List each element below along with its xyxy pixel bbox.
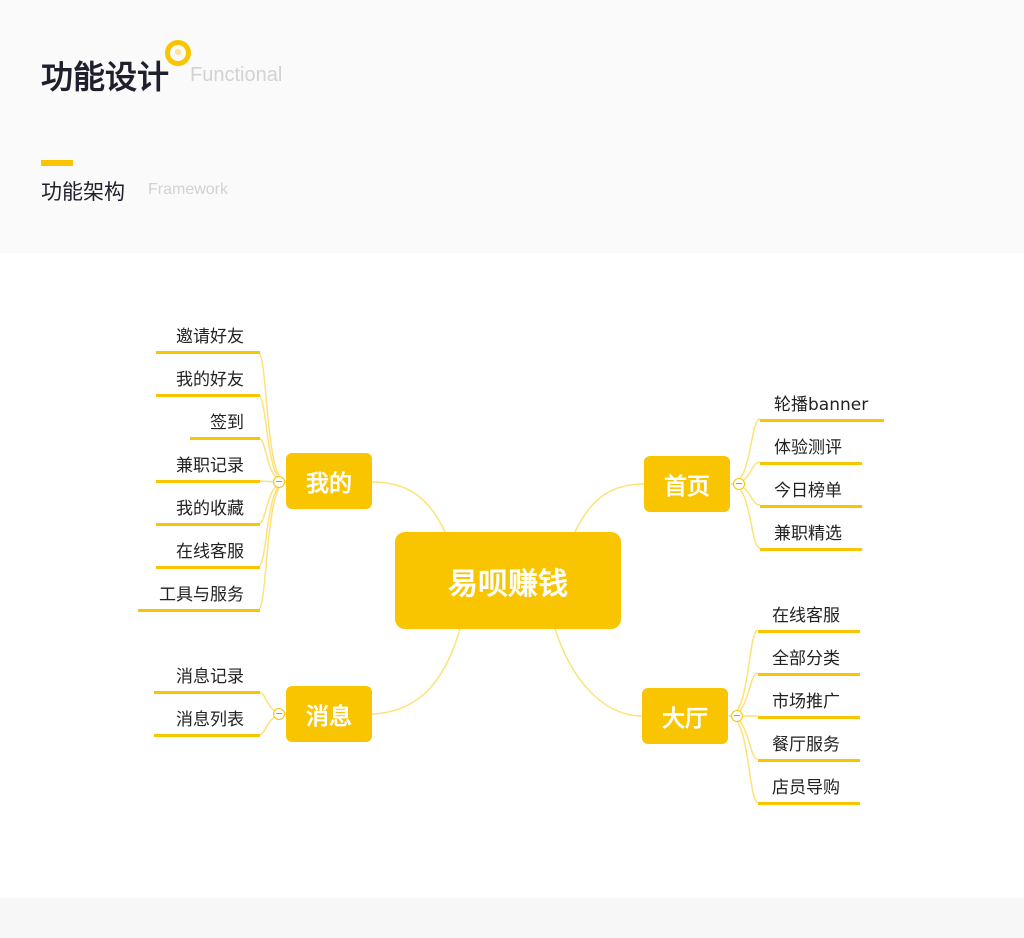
leaf-hall-shop-guide[interactable]: 店员导购 <box>758 769 860 805</box>
leaf-mine-online-service[interactable]: 在线客服 <box>156 533 260 569</box>
branch-node-home[interactable]: 首页 <box>644 456 730 512</box>
leaf-mine-check-in[interactable]: 签到 <box>190 404 260 440</box>
leaf-mine-job-records[interactable]: 兼职记录 <box>156 447 260 483</box>
leaf-hall-all-categories[interactable]: 全部分类 <box>758 640 860 676</box>
collapse-toggle-hall-icon[interactable] <box>731 710 743 722</box>
collapse-toggle-messages-icon[interactable] <box>273 708 285 720</box>
leaf-home-banner[interactable]: 轮播banner <box>760 386 884 422</box>
mindmap-connectors <box>257 351 761 803</box>
leaf-hall-restaurant-service[interactable]: 餐厅服务 <box>758 726 860 762</box>
leaf-mine-favorites[interactable]: 我的收藏 <box>156 490 260 526</box>
branch-node-mine[interactable]: 我的 <box>286 453 372 509</box>
connector-center-hall <box>554 628 643 717</box>
collapse-toggle-mine-icon[interactable] <box>273 476 285 488</box>
leaf-mine-tools-services[interactable]: 工具与服务 <box>138 576 260 612</box>
leaf-home-job-picks[interactable]: 兼职精选 <box>760 515 862 551</box>
leaf-messages-records[interactable]: 消息记录 <box>154 658 260 694</box>
leaf-mine-invite-friends[interactable]: 邀请好友 <box>156 318 260 354</box>
connector-center-messages <box>371 628 461 715</box>
leaf-messages-list[interactable]: 消息列表 <box>154 701 260 737</box>
branch-node-hall[interactable]: 大厅 <box>642 688 728 744</box>
leaf-home-experience-review[interactable]: 体验测评 <box>760 429 862 465</box>
mindmap-root-node[interactable]: 易呗赚钱 <box>395 532 621 629</box>
leaf-home-today-ranking[interactable]: 今日榜单 <box>760 472 862 508</box>
leaf-hall-online-service[interactable]: 在线客服 <box>758 597 860 633</box>
leaf-mine-my-friends[interactable]: 我的好友 <box>156 361 260 397</box>
connector-center-mine <box>371 481 446 533</box>
branch-node-messages[interactable]: 消息 <box>286 686 372 742</box>
collapse-toggle-home-icon[interactable] <box>733 478 745 490</box>
connector-center-home <box>574 483 645 533</box>
leaf-hall-marketing[interactable]: 市场推广 <box>758 683 860 719</box>
